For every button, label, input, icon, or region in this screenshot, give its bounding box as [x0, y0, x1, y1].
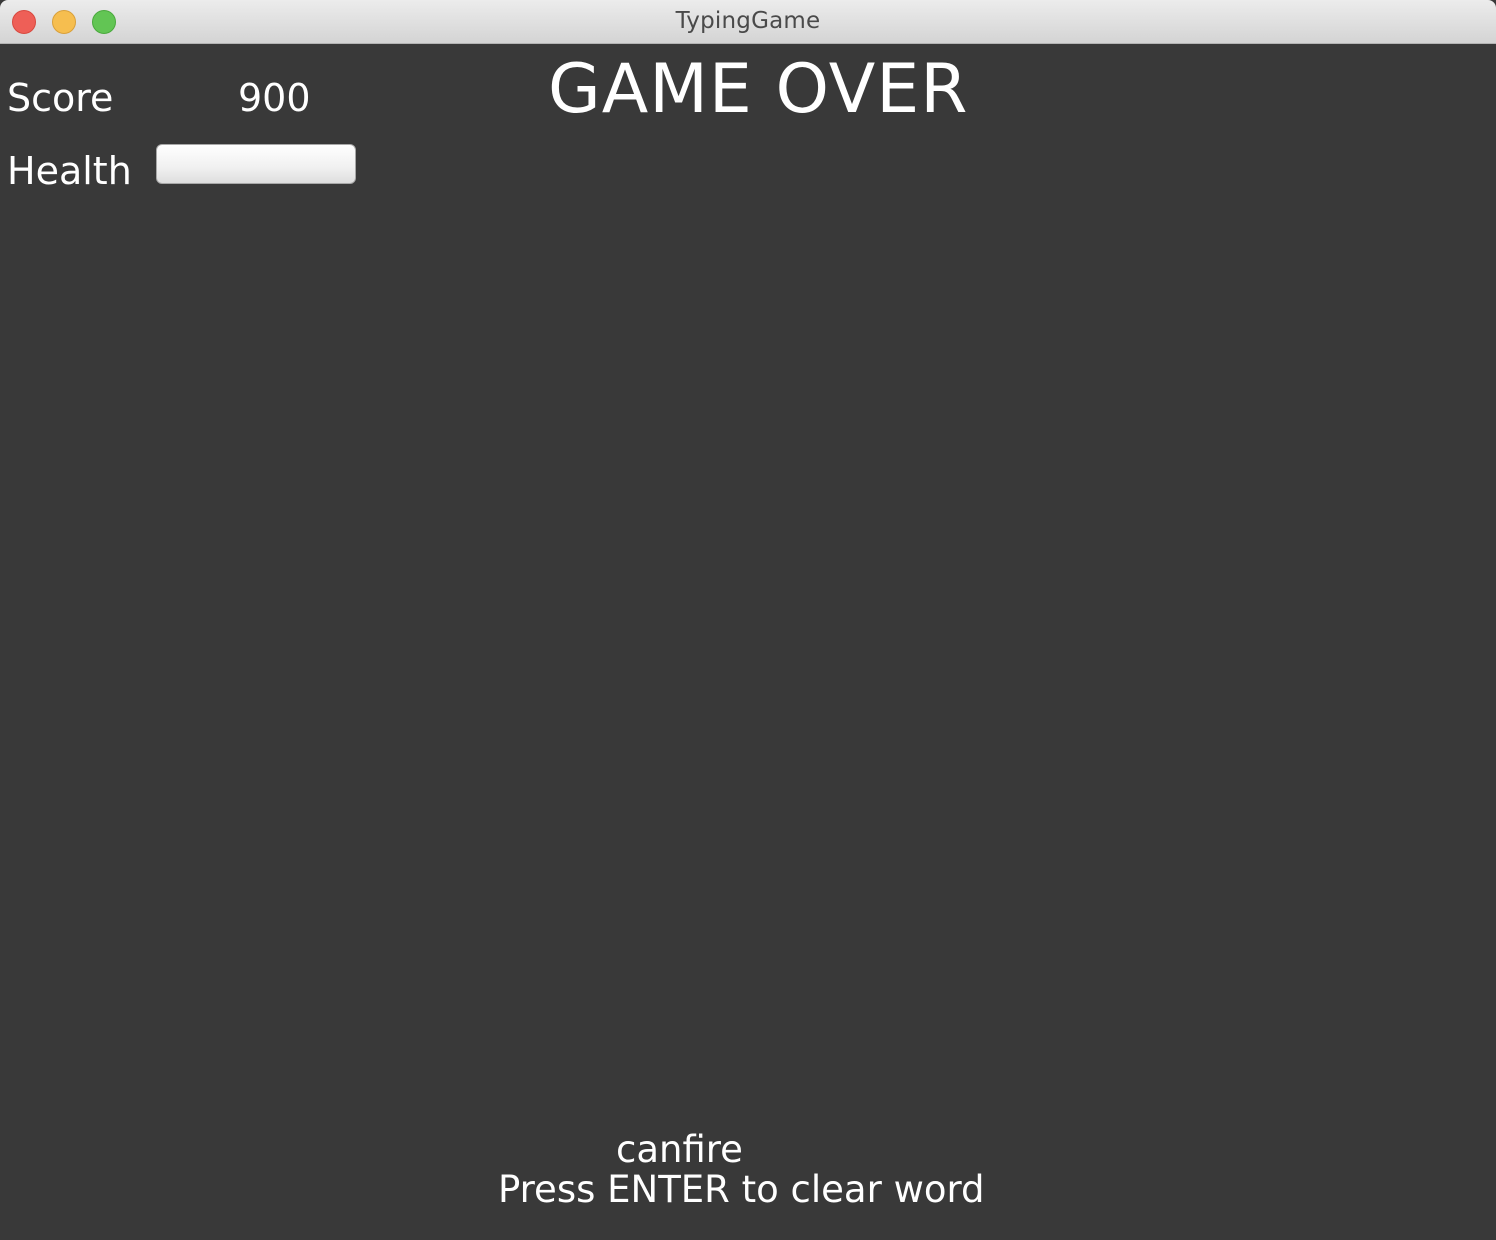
app-window: TypingGame Score 900 Health GAME OVER ca… — [0, 0, 1496, 1240]
score-label: Score — [7, 76, 114, 120]
health-label: Health — [7, 149, 132, 193]
window-title: TypingGame — [675, 8, 821, 34]
typed-word: canfire — [616, 1128, 743, 1171]
game-canvas[interactable]: Score 900 Health GAME OVER canfire Press… — [0, 44, 1496, 1240]
title-bar[interactable]: TypingGame — [0, 0, 1496, 44]
game-over-title: GAME OVER — [548, 50, 969, 129]
health-bar — [156, 144, 356, 184]
score-value: 900 — [238, 76, 311, 120]
clear-word-hint: Press ENTER to clear word — [498, 1168, 985, 1211]
